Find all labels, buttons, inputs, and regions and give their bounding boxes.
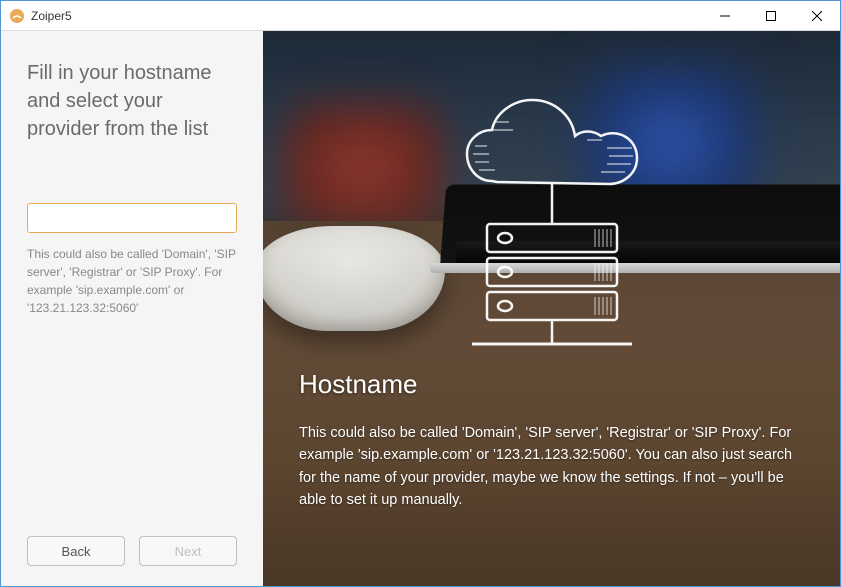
app-icon xyxy=(9,8,25,24)
helper-text: This could also be called 'Domain', 'SIP… xyxy=(27,245,237,317)
app-window: Zoiper5 Fill in your hostname and select… xyxy=(0,0,841,587)
titlebar: Zoiper5 xyxy=(1,1,840,31)
button-row: Back Next xyxy=(27,536,237,566)
content: Fill in your hostname and select your pr… xyxy=(1,31,840,586)
window-controls xyxy=(702,1,840,30)
info-body: This could also be called 'Domain', 'SIP… xyxy=(299,422,800,512)
hostname-input[interactable] xyxy=(27,203,237,233)
minimize-button[interactable] xyxy=(702,1,748,30)
left-panel: Fill in your hostname and select your pr… xyxy=(1,31,263,586)
back-button[interactable]: Back xyxy=(27,536,125,566)
close-button[interactable] xyxy=(794,1,840,30)
info-title: Hostname xyxy=(299,369,800,400)
maximize-button[interactable] xyxy=(748,1,794,30)
next-button[interactable]: Next xyxy=(139,536,237,566)
wizard-heading: Fill in your hostname and select your pr… xyxy=(27,59,237,143)
app-title: Zoiper5 xyxy=(31,9,72,23)
right-panel: Hostname This could also be called 'Doma… xyxy=(263,31,840,586)
info-block: Hostname This could also be called 'Doma… xyxy=(299,369,800,512)
